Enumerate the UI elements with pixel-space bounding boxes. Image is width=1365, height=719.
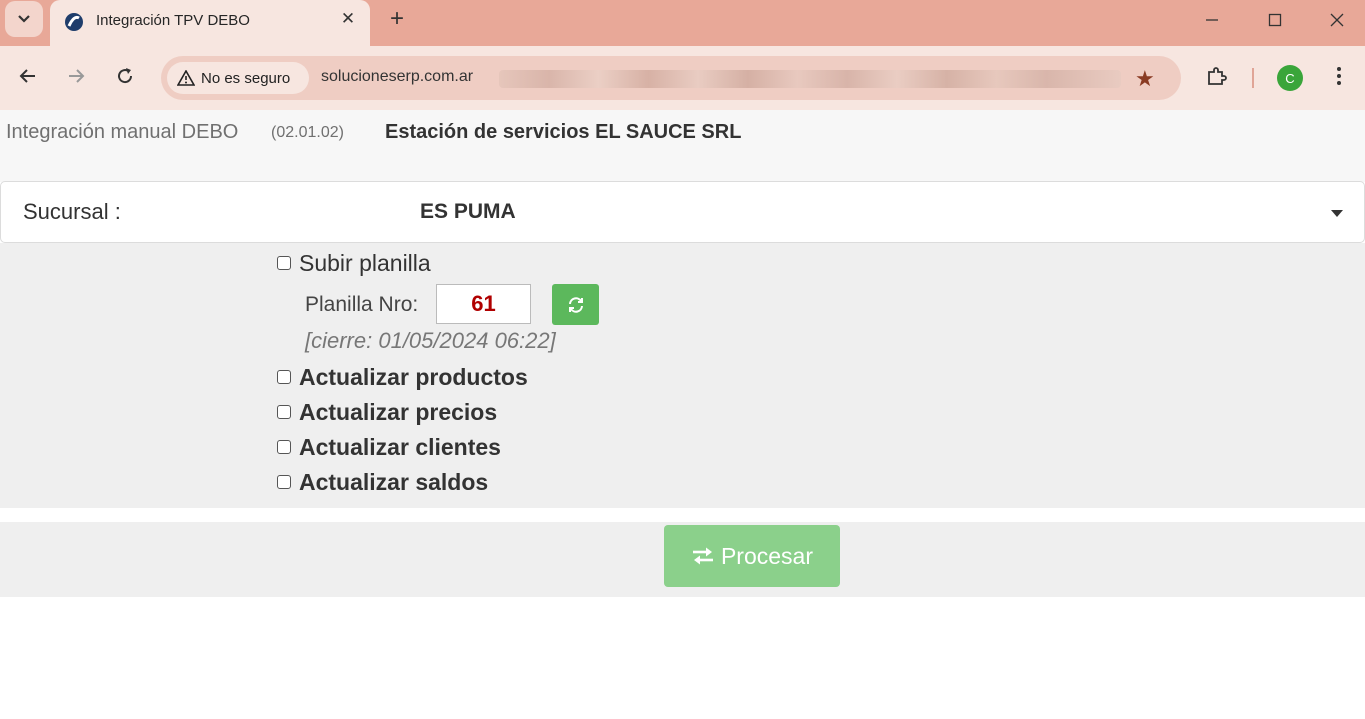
- forward-arrow-icon[interactable]: [60, 60, 92, 92]
- close-tab-icon[interactable]: ✕: [337, 8, 359, 30]
- sucursal-select[interactable]: Sucursal : ES PUMA: [0, 181, 1365, 243]
- actualizar-productos-checkbox[interactable]: [277, 370, 291, 384]
- url-redacted: [499, 70, 1121, 88]
- security-label: No es seguro: [201, 69, 291, 87]
- caret-down-icon: [1331, 210, 1343, 217]
- security-indicator[interactable]: No es seguro: [167, 62, 309, 94]
- chevron-down-icon: [18, 15, 30, 23]
- refresh-planilla-button[interactable]: [552, 284, 599, 325]
- actualizar-saldos-checkbox[interactable]: [277, 475, 291, 489]
- refresh-icon: [568, 296, 583, 313]
- sucursal-label: Sucursal :: [23, 199, 121, 224]
- site-favicon-icon: [65, 13, 83, 31]
- procesar-label: Procesar: [720, 542, 814, 569]
- actualizar-productos-label: Actualizar productos: [299, 363, 528, 390]
- app-title: Integración manual DEBO: [6, 121, 239, 143]
- actualizar-productos-option[interactable]: Actualizar productos: [277, 364, 528, 390]
- actualizar-precios-label: Actualizar precios: [299, 398, 498, 425]
- actualizar-saldos-option[interactable]: Actualizar saldos: [277, 469, 488, 495]
- actualizar-clientes-label: Actualizar clientes: [299, 433, 501, 460]
- app-version: (02.01.02): [271, 124, 344, 141]
- subir-planilla-option[interactable]: Subir planilla: [277, 250, 431, 276]
- warning-icon: [177, 70, 195, 86]
- exchange-arrows-icon: [692, 547, 713, 565]
- actualizar-precios-checkbox[interactable]: [277, 405, 291, 419]
- actualizar-clientes-checkbox[interactable]: [277, 440, 291, 454]
- reload-icon[interactable]: [109, 60, 141, 92]
- action-bar: Procesar: [0, 522, 1365, 597]
- active-tab[interactable]: Integración TPV DEBO ✕: [50, 0, 370, 46]
- profile-avatar[interactable]: C: [1277, 65, 1303, 91]
- back-arrow-icon[interactable]: [12, 60, 44, 92]
- cierre-text: [cierre: 01/05/2024 06:22]: [305, 328, 556, 353]
- subir-planilla-label: Subir planilla: [299, 249, 431, 276]
- actualizar-clientes-option[interactable]: Actualizar clientes: [277, 434, 501, 460]
- browser-toolbar: No es seguro solucioneserp.com.ar ★ C: [0, 46, 1365, 110]
- minimize-icon[interactable]: [1182, 0, 1242, 40]
- maximize-icon[interactable]: [1245, 0, 1305, 40]
- procesar-button[interactable]: Procesar: [664, 525, 840, 587]
- options-panel: Subir planilla Planilla Nro: [cierre: 01…: [0, 243, 1365, 508]
- sucursal-value: ES PUMA: [420, 200, 516, 223]
- browser-tab-strip: Integración TPV DEBO ✕ +: [0, 0, 1365, 46]
- tab-search-button[interactable]: [5, 1, 43, 37]
- url-text: solucioneserp.com.ar: [321, 68, 474, 85]
- planilla-nro-label: Planilla Nro:: [305, 293, 419, 316]
- page-content: Integración manual DEBO (02.01.02) Estac…: [0, 110, 1365, 719]
- planilla-nro-input[interactable]: [436, 284, 531, 324]
- tab-title: Integración TPV DEBO: [96, 12, 250, 29]
- subir-planilla-checkbox[interactable]: [277, 256, 291, 270]
- new-tab-icon[interactable]: +: [384, 5, 410, 32]
- extensions-puzzle-icon[interactable]: [1201, 60, 1233, 92]
- app-header: Integración manual DEBO (02.01.02) Estac…: [0, 110, 1365, 182]
- actualizar-precios-option[interactable]: Actualizar precios: [277, 399, 497, 425]
- company-name: Estación de servicios EL SAUCE SRL: [385, 121, 742, 143]
- toolbar-divider: [1252, 68, 1254, 88]
- actualizar-saldos-label: Actualizar saldos: [299, 468, 489, 495]
- address-bar[interactable]: No es seguro solucioneserp.com.ar ★: [161, 56, 1181, 100]
- bookmark-star-icon[interactable]: ★: [1135, 66, 1155, 92]
- close-window-icon[interactable]: [1307, 0, 1365, 40]
- more-menu-icon[interactable]: [1326, 60, 1352, 92]
